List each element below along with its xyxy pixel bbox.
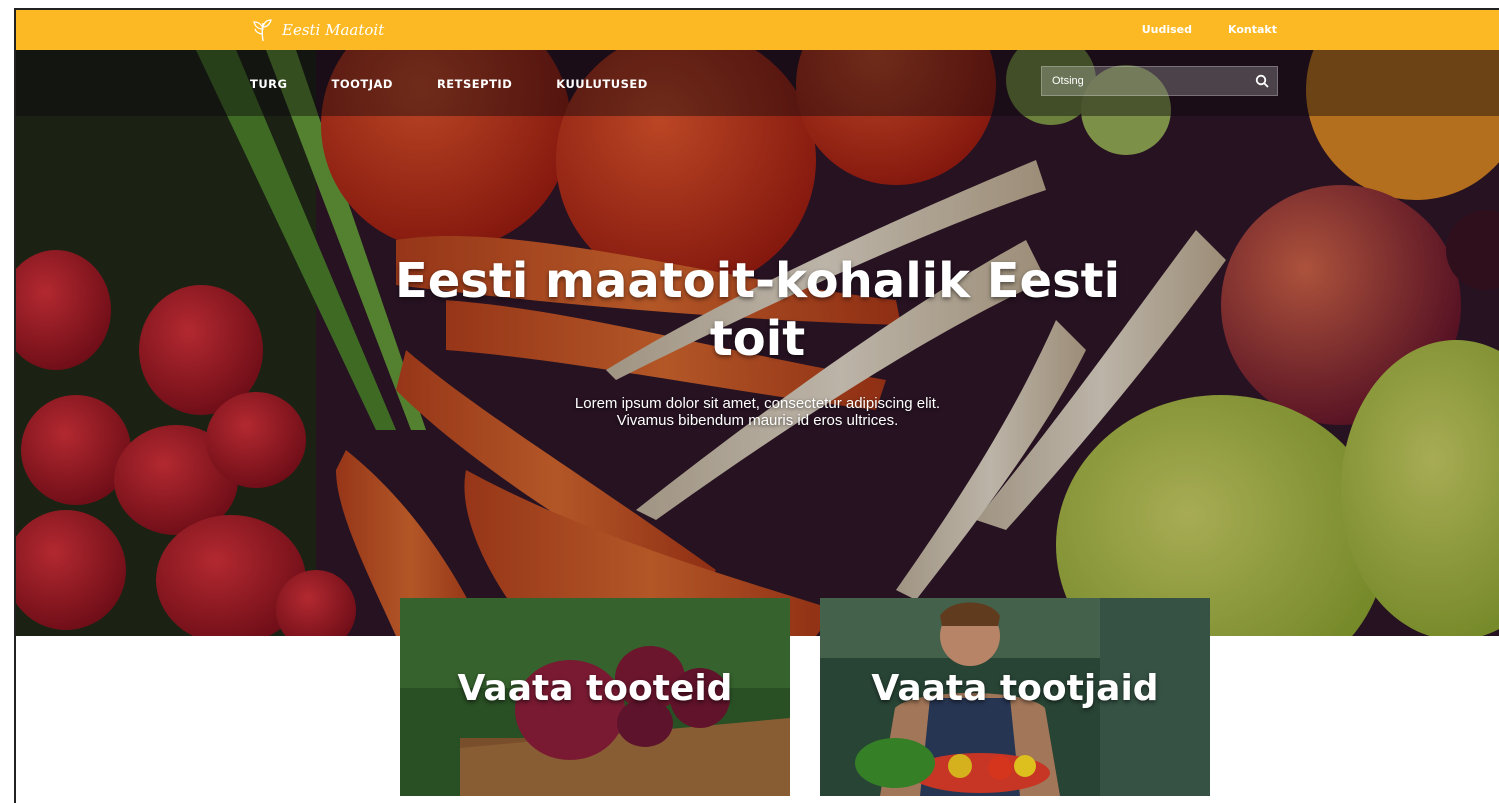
main-nav: TURG TOOTJAD RETSEPTID KUULUTUSED — [250, 77, 648, 91]
top-bar: Eesti Maatoit Uudised Kontakt — [16, 10, 1499, 50]
nav-item-kuulutused[interactable]: KUULUTUSED — [556, 77, 648, 91]
card-producers-label: Vaata tootjaid — [871, 668, 1159, 709]
hero-title-line1: Eesti maatoit-kohalik Eesti — [394, 253, 1121, 309]
hero-subtitle: Lorem ipsum dolor sit amet, consectetur … — [16, 395, 1499, 429]
hero-title: Eesti maatoit-kohalik Eesti toit — [16, 252, 1499, 368]
top-link-kontakt[interactable]: Kontakt — [1228, 23, 1277, 36]
nav-item-tootjad[interactable]: TOOTJAD — [331, 77, 392, 91]
top-links: Uudised Kontakt — [1142, 23, 1277, 36]
hero-subtitle-line1: Lorem ipsum dolor sit amet, consectetur … — [574, 395, 941, 412]
card-products-label: Vaata tooteid — [457, 668, 733, 709]
search-box — [1041, 66, 1278, 96]
search-input[interactable] — [1042, 67, 1247, 95]
search-icon[interactable] — [1247, 66, 1277, 96]
leaf-logo-icon — [253, 19, 272, 42]
top-link-uudised[interactable]: Uudised — [1142, 23, 1192, 36]
brand-name: Eesti Maatoit — [282, 21, 385, 39]
main-nav-bar: TURG TOOTJAD RETSEPTID KUULUTUSED — [16, 50, 1499, 116]
hero-title-line2: toit — [709, 311, 806, 367]
hero-subtitle-line2: Vivamus bibendum mauris id eros ultrices… — [616, 412, 899, 429]
nav-item-turg[interactable]: TURG — [250, 77, 287, 91]
card-products[interactable]: Vaata tooteid — [400, 598, 790, 796]
brand-logo[interactable]: Eesti Maatoit — [250, 17, 384, 43]
card-producers[interactable]: Vaata tootjaid — [820, 598, 1210, 796]
hero-section: TURG TOOTJAD RETSEPTID KUULUTUSED Eesti … — [16, 50, 1499, 636]
nav-item-retseptid[interactable]: RETSEPTID — [437, 77, 512, 91]
